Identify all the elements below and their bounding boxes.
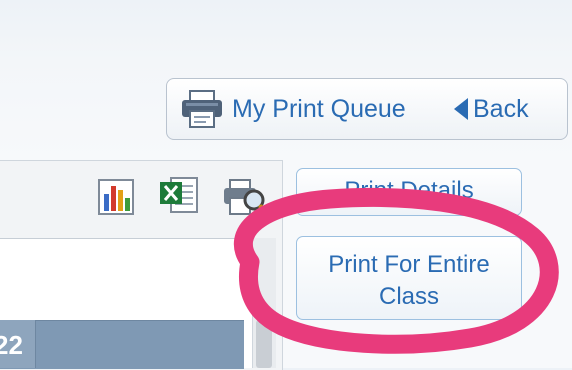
my-print-queue-label: My Print Queue bbox=[232, 94, 406, 123]
printer-icon bbox=[182, 90, 222, 128]
print-for-entire-class-button[interactable]: Print For Entire Class bbox=[296, 236, 522, 320]
back-arrow-icon bbox=[454, 98, 468, 120]
back-label: Back bbox=[473, 94, 529, 123]
print-details-label: Print Details bbox=[344, 177, 474, 204]
print-entire-class-label-line1: Print For Entire bbox=[328, 251, 490, 278]
print-entire-class-label-line2: Class bbox=[378, 283, 439, 310]
print-details-button[interactable]: Print Details bbox=[296, 168, 522, 216]
my-print-queue-button[interactable]: My Print Queue bbox=[180, 86, 406, 132]
bar-chart-icon[interactable] bbox=[95, 174, 139, 218]
print-preview-icon[interactable] bbox=[222, 174, 274, 218]
grid-header-cell-text: 22 bbox=[0, 330, 23, 360]
grid-header-cell: 22 bbox=[0, 320, 36, 368]
grid-header-row bbox=[0, 320, 244, 369]
back-button[interactable]: Back bbox=[454, 86, 529, 132]
grid-scrollbar-thumb[interactable] bbox=[256, 320, 272, 368]
excel-icon[interactable] bbox=[157, 174, 201, 218]
